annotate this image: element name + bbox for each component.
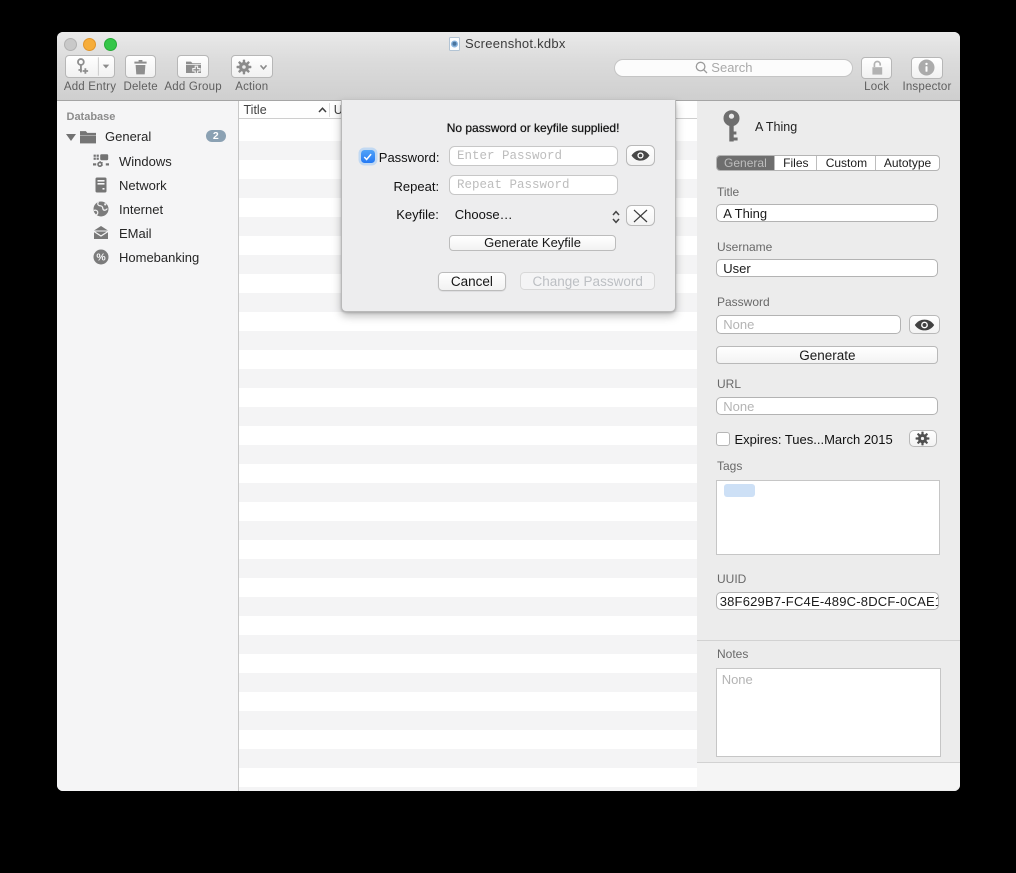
svg-text:%: %: [96, 252, 106, 264]
